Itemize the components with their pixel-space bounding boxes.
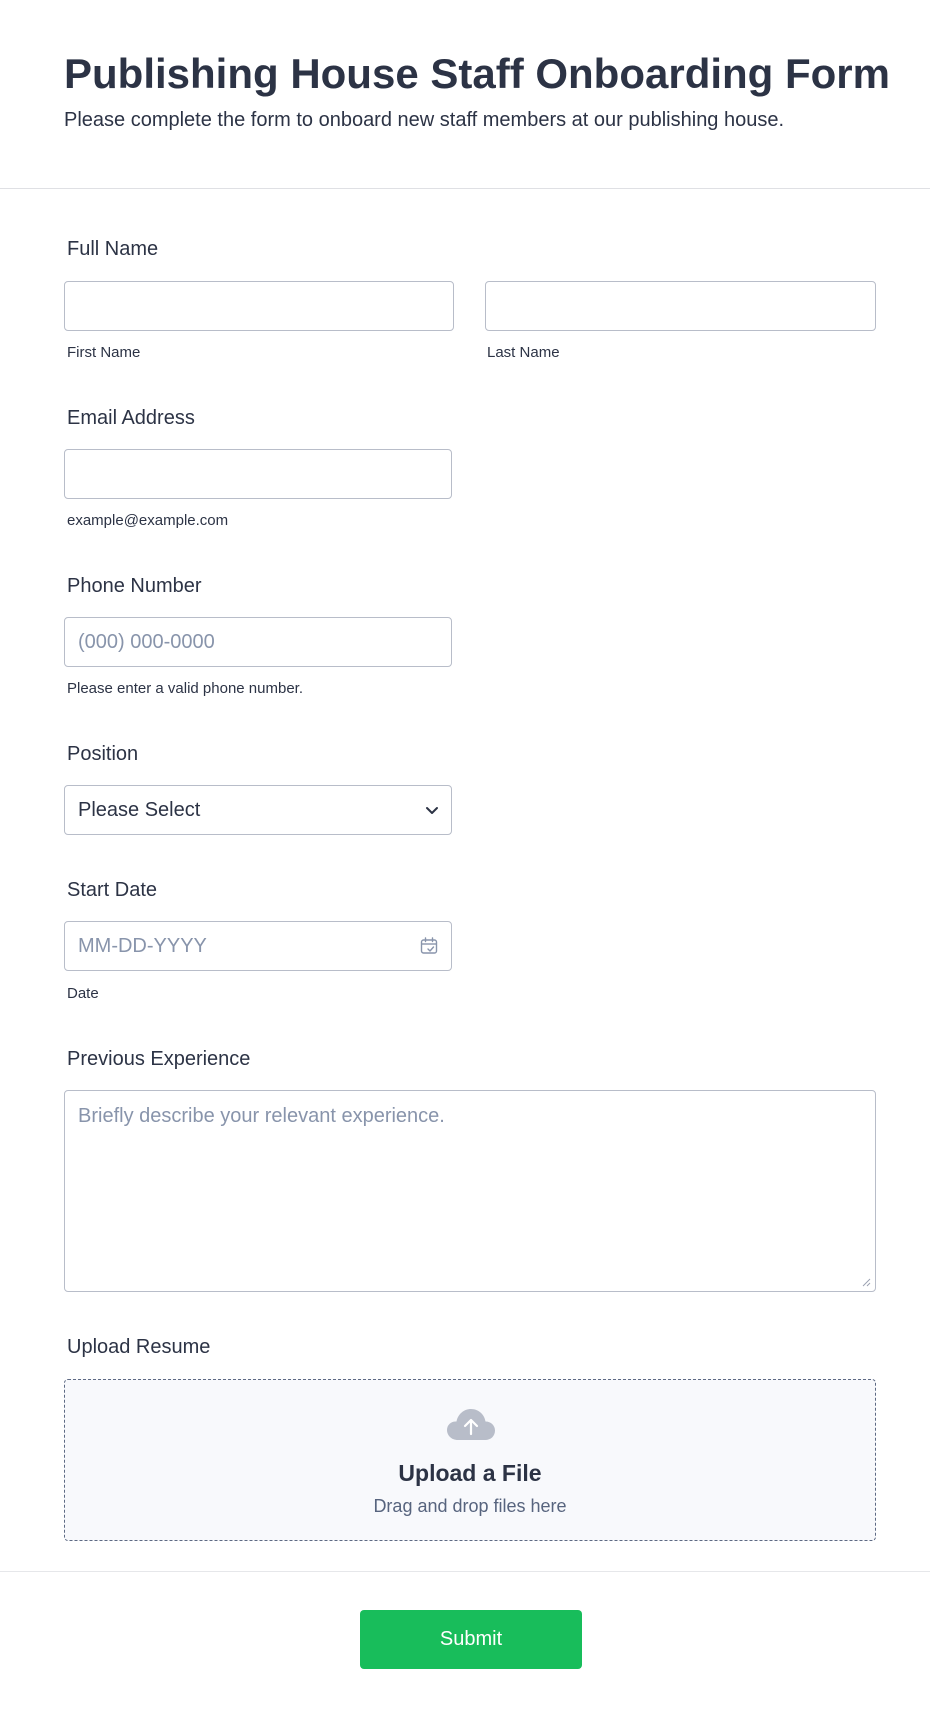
position-label: Position xyxy=(67,743,139,765)
first-name-input[interactable] xyxy=(64,281,454,331)
position-select[interactable]: Please Select xyxy=(64,785,452,835)
phone-placeholder: (000) 000-0000 xyxy=(78,631,215,653)
resize-grip-icon[interactable] xyxy=(861,1277,871,1287)
cloud-upload-icon xyxy=(447,1409,495,1440)
experience-textarea[interactable]: Briefly describe your relevant experienc… xyxy=(64,1090,876,1292)
calendar-icon[interactable] xyxy=(419,936,439,956)
start-date-placeholder: MM-DD-YYYY xyxy=(78,935,207,957)
email-sublabel: example@example.com xyxy=(67,512,229,529)
first-name-sublabel: First Name xyxy=(67,344,141,361)
form-header: Publishing House Staff Onboarding Form P… xyxy=(0,0,930,189)
footer-divider xyxy=(0,1571,930,1572)
email-label: Email Address xyxy=(67,407,195,429)
phone-sublabel: Please enter a valid phone number. xyxy=(67,680,303,697)
start-date-sublabel: Date xyxy=(67,985,99,1002)
submit-button[interactable]: Submit xyxy=(360,1610,582,1669)
page-title: Publishing House Staff Onboarding Form xyxy=(64,50,890,97)
experience-label: Previous Experience xyxy=(67,1048,251,1070)
upload-dropzone[interactable]: Upload a File Drag and drop files here xyxy=(64,1379,876,1541)
phone-input[interactable]: (000) 000-0000 xyxy=(64,617,452,667)
upload-subtitle: Drag and drop files here xyxy=(373,1496,567,1516)
page-subtitle: Please complete the form to onboard new … xyxy=(64,109,785,131)
last-name-input[interactable] xyxy=(485,281,876,331)
resume-label: Upload Resume xyxy=(67,1336,211,1358)
experience-placeholder: Briefly describe your relevant experienc… xyxy=(78,1105,445,1127)
last-name-sublabel: Last Name xyxy=(487,344,560,361)
full-name-label: Full Name xyxy=(67,238,159,260)
chevron-down-icon xyxy=(426,807,438,814)
start-date-input[interactable]: MM-DD-YYYY xyxy=(64,921,452,971)
start-date-label: Start Date xyxy=(67,879,158,901)
email-input[interactable] xyxy=(64,449,452,499)
position-selected-value: Please Select xyxy=(78,799,201,821)
upload-title: Upload a File xyxy=(398,1460,542,1486)
phone-label: Phone Number xyxy=(67,575,202,597)
